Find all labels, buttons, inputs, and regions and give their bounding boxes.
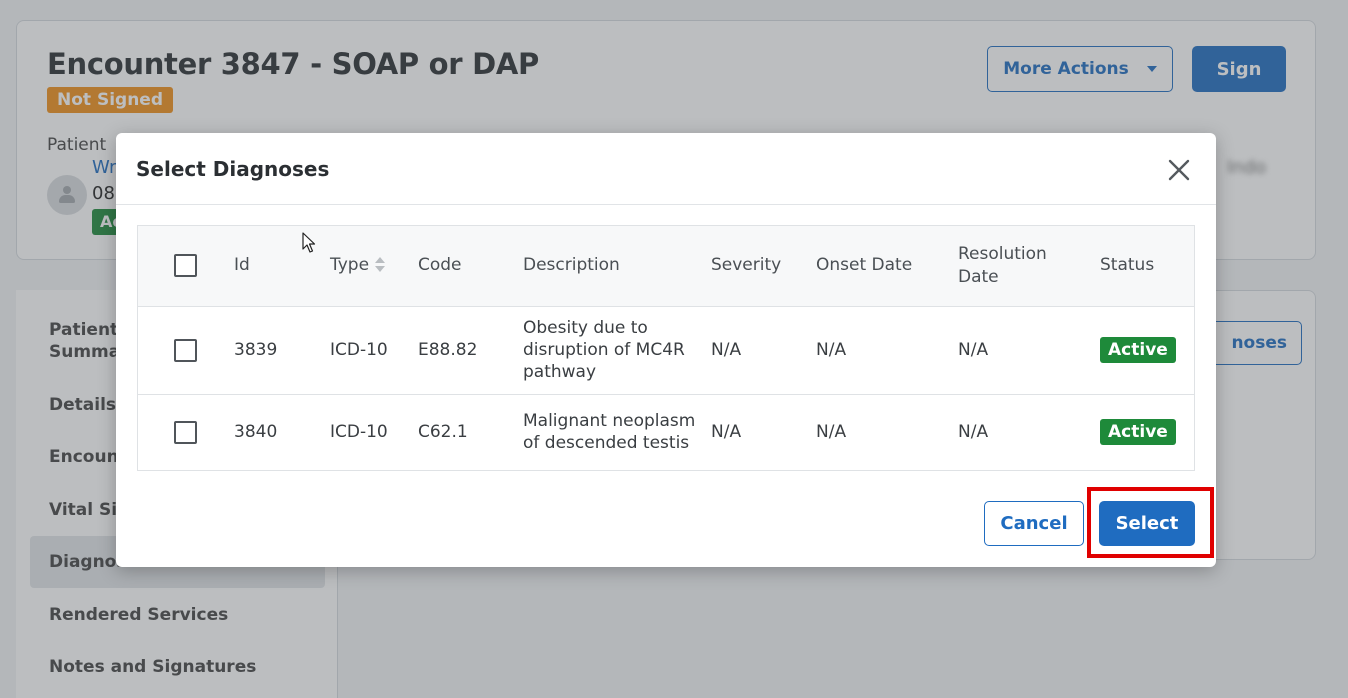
diagnoses-table: Id Type Code Description Severity Onset … — [137, 225, 1195, 471]
row-checkbox[interactable] — [174, 338, 197, 362]
table-header-row: Id Type Code Description Severity Onset … — [138, 226, 1194, 306]
select-all-cell — [138, 226, 234, 306]
column-header-severity: Severity — [711, 255, 782, 276]
cell-type: ICD-10 — [330, 340, 388, 360]
cell-severity: N/A — [711, 340, 742, 360]
cell-description: Obesity due to disruption of MC4R pathwa… — [523, 318, 685, 382]
column-header-status: Status — [1100, 255, 1155, 276]
cell-onset-date: N/A — [816, 340, 847, 360]
cell-type: ICD-10 — [330, 422, 388, 443]
column-header-type-label: Type — [330, 255, 370, 276]
column-header-code: Code — [418, 255, 462, 276]
table-row[interactable]: 3839 ICD-10 E88.82 Obesity due to disrup… — [138, 306, 1194, 394]
modal-title: Select Diagnoses — [136, 157, 330, 181]
column-header-description: Description — [523, 255, 620, 276]
select-diagnoses-modal: Select Diagnoses Id Type Code Descriptio… — [116, 133, 1216, 567]
sort-icon[interactable] — [375, 256, 386, 274]
cell-id: 3839 — [234, 340, 278, 360]
column-header-onset-date: Onset Date — [816, 255, 913, 276]
column-header-type[interactable]: Type — [330, 226, 418, 306]
row-select-cell — [138, 306, 234, 394]
cell-resolution-date: N/A — [958, 340, 989, 360]
cell-description: Malignant neoplasm of descended testis — [523, 411, 696, 454]
modal-header: Select Diagnoses — [116, 133, 1216, 205]
status-badge: Active — [1100, 419, 1176, 446]
row-checkbox[interactable] — [174, 420, 197, 444]
cell-code: E88.82 — [418, 340, 478, 360]
row-select-cell — [138, 394, 234, 470]
cell-code: C62.1 — [418, 422, 468, 443]
cell-status: Active — [1100, 306, 1194, 394]
status-badge: Active — [1100, 337, 1176, 363]
cell-status: Active — [1100, 394, 1194, 470]
cell-id: 3840 — [234, 422, 278, 443]
column-header-resolution-date: Resolution Date — [958, 243, 1047, 287]
cell-resolution-date: N/A — [958, 422, 989, 443]
table-row[interactable]: 3840 ICD-10 C62.1 Malignant neoplasm of … — [138, 394, 1194, 470]
cell-onset-date: N/A — [816, 422, 847, 443]
select-all-checkbox[interactable] — [174, 254, 197, 277]
cancel-button[interactable]: Cancel — [984, 501, 1084, 546]
mouse-cursor-icon — [302, 232, 316, 253]
select-button[interactable]: Select — [1099, 501, 1195, 546]
close-icon[interactable] — [1166, 157, 1192, 183]
cell-severity: N/A — [711, 422, 742, 443]
